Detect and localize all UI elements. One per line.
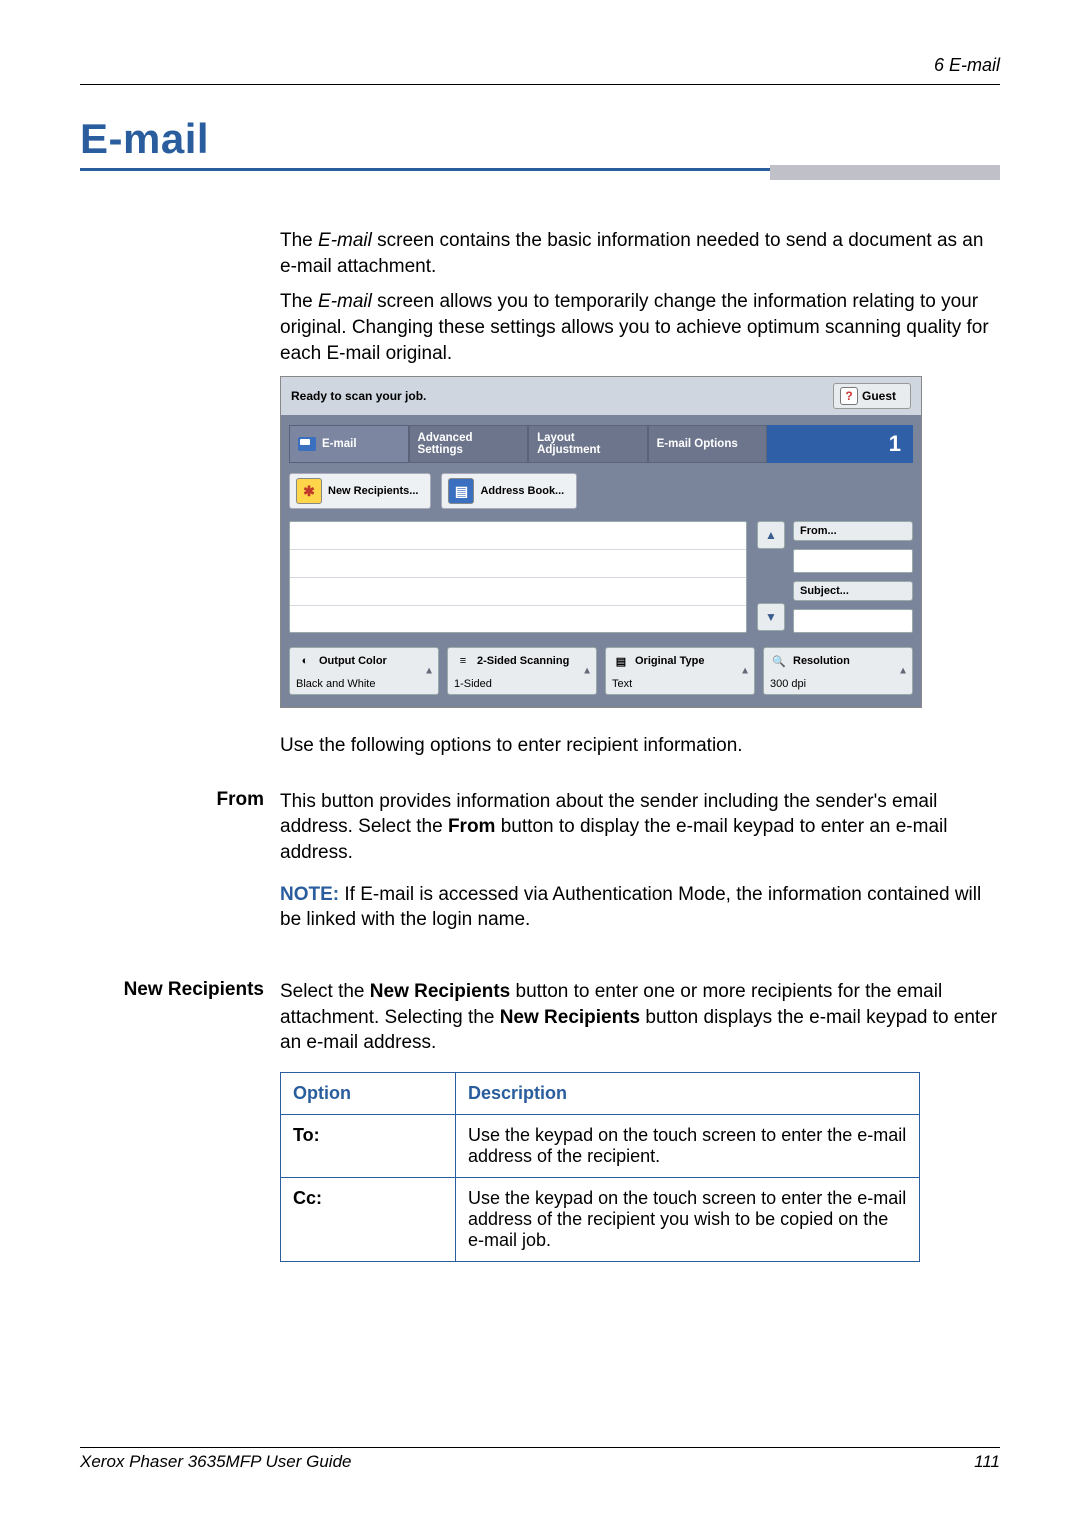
after-screenshot-text: Use the following options to enter recip… [280,733,1000,759]
from-heading: From [80,789,280,949]
chapter-title: E-mail [80,115,1000,163]
table-header-option: Option [281,1072,456,1114]
tab-advanced-settings[interactable]: Advanced Settings [409,425,529,463]
table-header-description: Description [456,1072,920,1114]
chevron-up-icon: ▲ [582,666,592,677]
guest-button[interactable]: ? Guest [833,383,911,409]
footer-left: Xerox Phaser 3635MFP User Guide [80,1452,352,1472]
chevron-up-icon: ▲ [740,666,750,677]
tab-layout-adjustment[interactable]: Layout Adjustment [528,425,648,463]
scroll-down-button[interactable]: ▼ [757,603,785,631]
tab-indicator: 1 [767,425,913,463]
new-recipients-button[interactable]: ✱ New Recipients... [289,473,431,509]
from-button[interactable]: From... [793,521,913,541]
bottom-rule [80,1447,1000,1448]
original-type-icon: ▤ [612,652,630,670]
help-icon: ? [840,387,858,405]
original-type-option[interactable]: ▤ Original Type Text ▲ [605,647,755,695]
intro-p2: The E-mail screen allows you to temporar… [280,289,1000,366]
options-table: Option Description To: Use the keypad on… [280,1072,920,1262]
two-sided-scanning-option[interactable]: ≡ 2-Sided Scanning 1-Sided ▲ [447,647,597,695]
guest-label: Guest [862,389,896,403]
from-display [793,549,913,573]
from-note: NOTE: If E-mail is accessed via Authenti… [280,882,1000,933]
chevron-up-icon: ▲ [424,666,434,677]
two-sided-icon: ≡ [454,652,472,670]
tab-email[interactable]: E-mail [289,425,409,463]
top-rule [80,84,1000,85]
footer-right: 111 [974,1452,1000,1472]
tab-email-options[interactable]: E-mail Options [648,425,768,463]
header-breadcrumb: 6 E-mail [80,55,1000,76]
resolution-option[interactable]: 🔍 Resolution 300 dpi ▲ [763,647,913,695]
from-description: This button provides information about t… [280,789,1000,866]
intro-p1: The E-mail screen contains the basic inf… [280,228,1000,279]
title-underline [80,168,1000,178]
mail-icon [298,437,316,451]
subject-button[interactable]: Subject... [793,581,913,601]
table-row: Cc: Use the keypad on the touch screen t… [281,1177,920,1261]
resolution-icon: 🔍 [770,652,788,670]
subject-display [793,609,913,633]
new-recipients-heading: New Recipients [80,979,280,1072]
new-recipients-description: Select the New Recipients button to ente… [280,979,1000,1056]
output-color-option[interactable]: ◐ Output Color Black and White ▲ [289,647,439,695]
table-row: To: Use the keypad on the touch screen t… [281,1114,920,1177]
chevron-up-icon: ▲ [898,666,908,677]
output-color-icon: ◐ [296,652,314,670]
address-book-icon: ▤ [448,478,474,504]
scroll-up-button[interactable]: ▲ [757,521,785,549]
device-screenshot: Ready to scan your job. ? Guest E-mail A… [280,376,922,708]
status-text: Ready to scan your job. [291,389,426,403]
address-book-button[interactable]: ▤ Address Book... [441,473,577,509]
recipients-listbox[interactable] [289,521,747,633]
new-recipients-icon: ✱ [296,478,322,504]
